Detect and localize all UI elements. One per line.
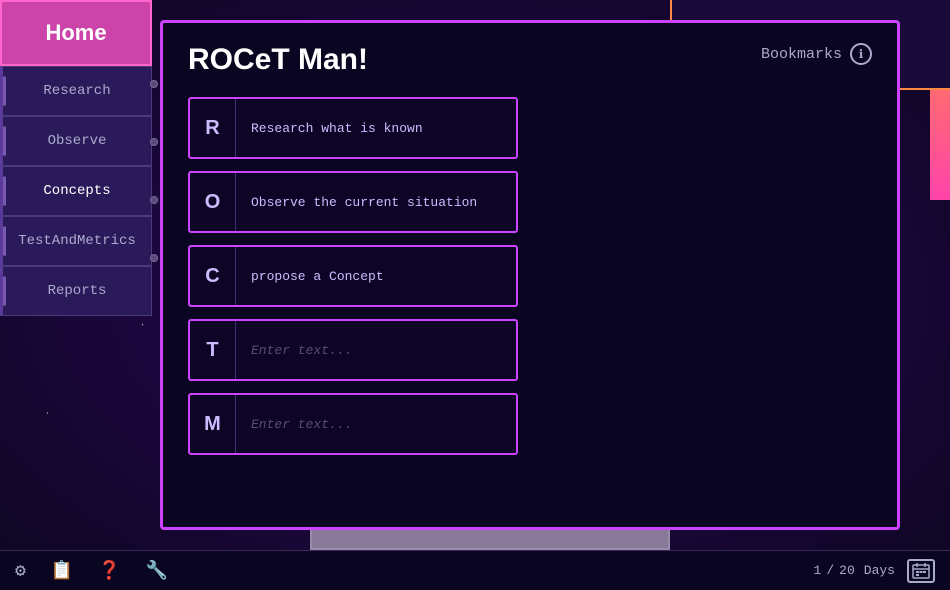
help-icon[interactable]: ❓ xyxy=(98,560,120,582)
rocet-rows: R O C T M xyxy=(188,97,872,455)
side-decorations xyxy=(150,80,158,262)
rocet-row-r: R xyxy=(188,97,518,159)
rocet-input-m[interactable] xyxy=(236,407,516,442)
rocet-input-r[interactable] xyxy=(236,111,516,146)
sidebar-item-home[interactable]: Home xyxy=(0,0,152,66)
rocet-row-o: O xyxy=(188,171,518,233)
rocet-input-c[interactable] xyxy=(236,259,516,294)
sidebar: Home Research Observe Concepts TestAndMe… xyxy=(0,0,152,560)
page-unit: Days xyxy=(864,563,895,578)
rocet-row-t: T xyxy=(188,319,518,381)
rocet-input-t[interactable] xyxy=(236,333,516,368)
sidebar-item-test-and-metrics[interactable]: TestAndMetrics xyxy=(0,216,152,266)
rocet-letter-r: R xyxy=(190,99,236,157)
gear-icon[interactable]: ⚙ xyxy=(15,560,26,582)
side-dot-2 xyxy=(150,138,158,146)
bookmarks-icon[interactable]: ℹ xyxy=(850,43,872,65)
side-dot-3 xyxy=(150,196,158,204)
bottom-bar: ⚙ 📋 ❓ 🔧 1 / 20 Days xyxy=(0,550,950,590)
sidebar-item-concepts[interactable]: Concepts xyxy=(0,166,152,216)
page-total: 20 xyxy=(839,563,855,578)
notebook-icon[interactable]: 📋 xyxy=(51,560,73,582)
rocet-letter-t: T xyxy=(190,321,236,379)
bookmarks-label: Bookmarks xyxy=(761,46,842,63)
rocet-letter-m: M xyxy=(190,395,236,453)
sidebar-item-observe[interactable]: Observe xyxy=(0,116,152,166)
bookmarks-area: Bookmarks ℹ xyxy=(761,43,872,65)
bottom-right: 1 / 20 Days xyxy=(814,559,935,583)
rocet-row-m: M xyxy=(188,393,518,455)
sidebar-item-research[interactable]: Research xyxy=(0,66,152,116)
page-current: 1 xyxy=(814,563,822,578)
calendar-icon[interactable] xyxy=(907,559,935,583)
wrench-icon[interactable]: 🔧 xyxy=(146,560,168,582)
page-indicator: 1 / 20 Days xyxy=(814,563,895,578)
rocet-input-o[interactable] xyxy=(236,185,516,220)
side-dot-4 xyxy=(150,254,158,262)
sidebar-item-reports[interactable]: Reports xyxy=(0,266,152,316)
main-panel: ROCeT Man! Bookmarks ℹ R O C T M xyxy=(160,20,900,530)
side-dot-1 xyxy=(150,80,158,88)
rocet-letter-o: O xyxy=(190,173,236,231)
bottom-icons: ⚙ 📋 ❓ 🔧 xyxy=(15,560,168,582)
page-separator: / xyxy=(826,563,834,578)
rocet-row-c: C xyxy=(188,245,518,307)
rocet-letter-c: C xyxy=(190,247,236,305)
